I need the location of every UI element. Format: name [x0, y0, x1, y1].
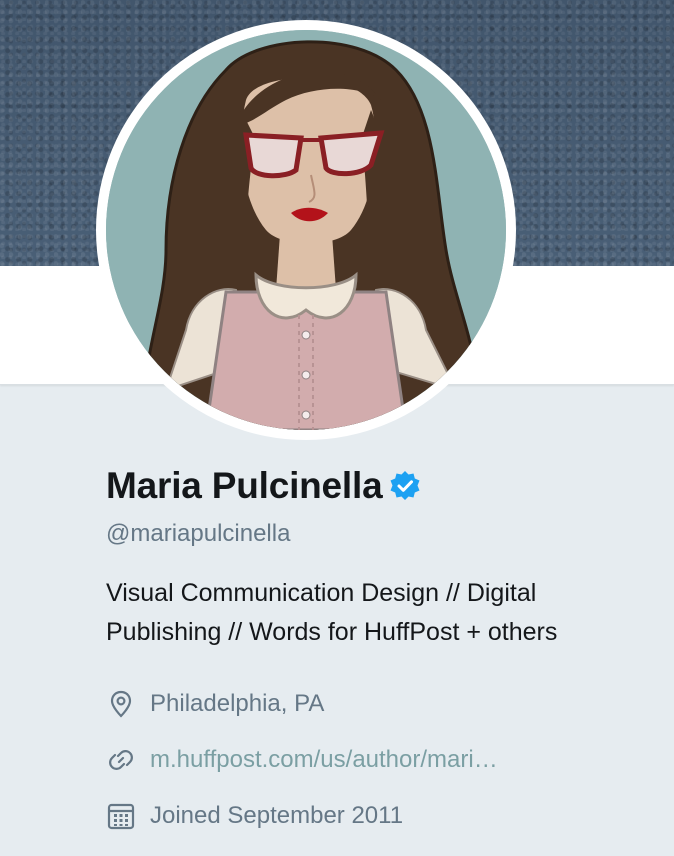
location-row: Philadelphia, PA [106, 676, 646, 732]
profile-name[interactable]: Maria Pulcinella [106, 465, 383, 507]
avatar-frame [96, 20, 516, 440]
location-pin-icon [106, 689, 136, 719]
avatar[interactable] [106, 30, 506, 430]
website-link[interactable]: m.huffpost.com/us/author/mari… [150, 746, 498, 774]
bio-line: Publishing // Words for HuffPost + other… [106, 618, 558, 646]
profile-bio: Visual Communication Design // Digital P… [106, 574, 636, 652]
joined-text: Joined September 2011 [150, 802, 404, 829]
link-icon [106, 745, 136, 775]
profile-card: Maria Pulcinella @mariapulcinella Visual… [106, 458, 646, 844]
calendar-icon [106, 801, 136, 831]
name-row: Maria Pulcinella [106, 458, 646, 514]
bio-line: Visual Communication Design // Digital [106, 579, 537, 607]
verified-badge-icon [389, 470, 421, 502]
location-text: Philadelphia, PA [150, 690, 325, 717]
website-row: m.huffpost.com/us/author/mari… [106, 732, 646, 788]
avatar-illustration [106, 30, 506, 430]
joined-row: Joined September 2011 [106, 788, 646, 844]
profile-handle[interactable]: @mariapulcinella [106, 520, 646, 548]
